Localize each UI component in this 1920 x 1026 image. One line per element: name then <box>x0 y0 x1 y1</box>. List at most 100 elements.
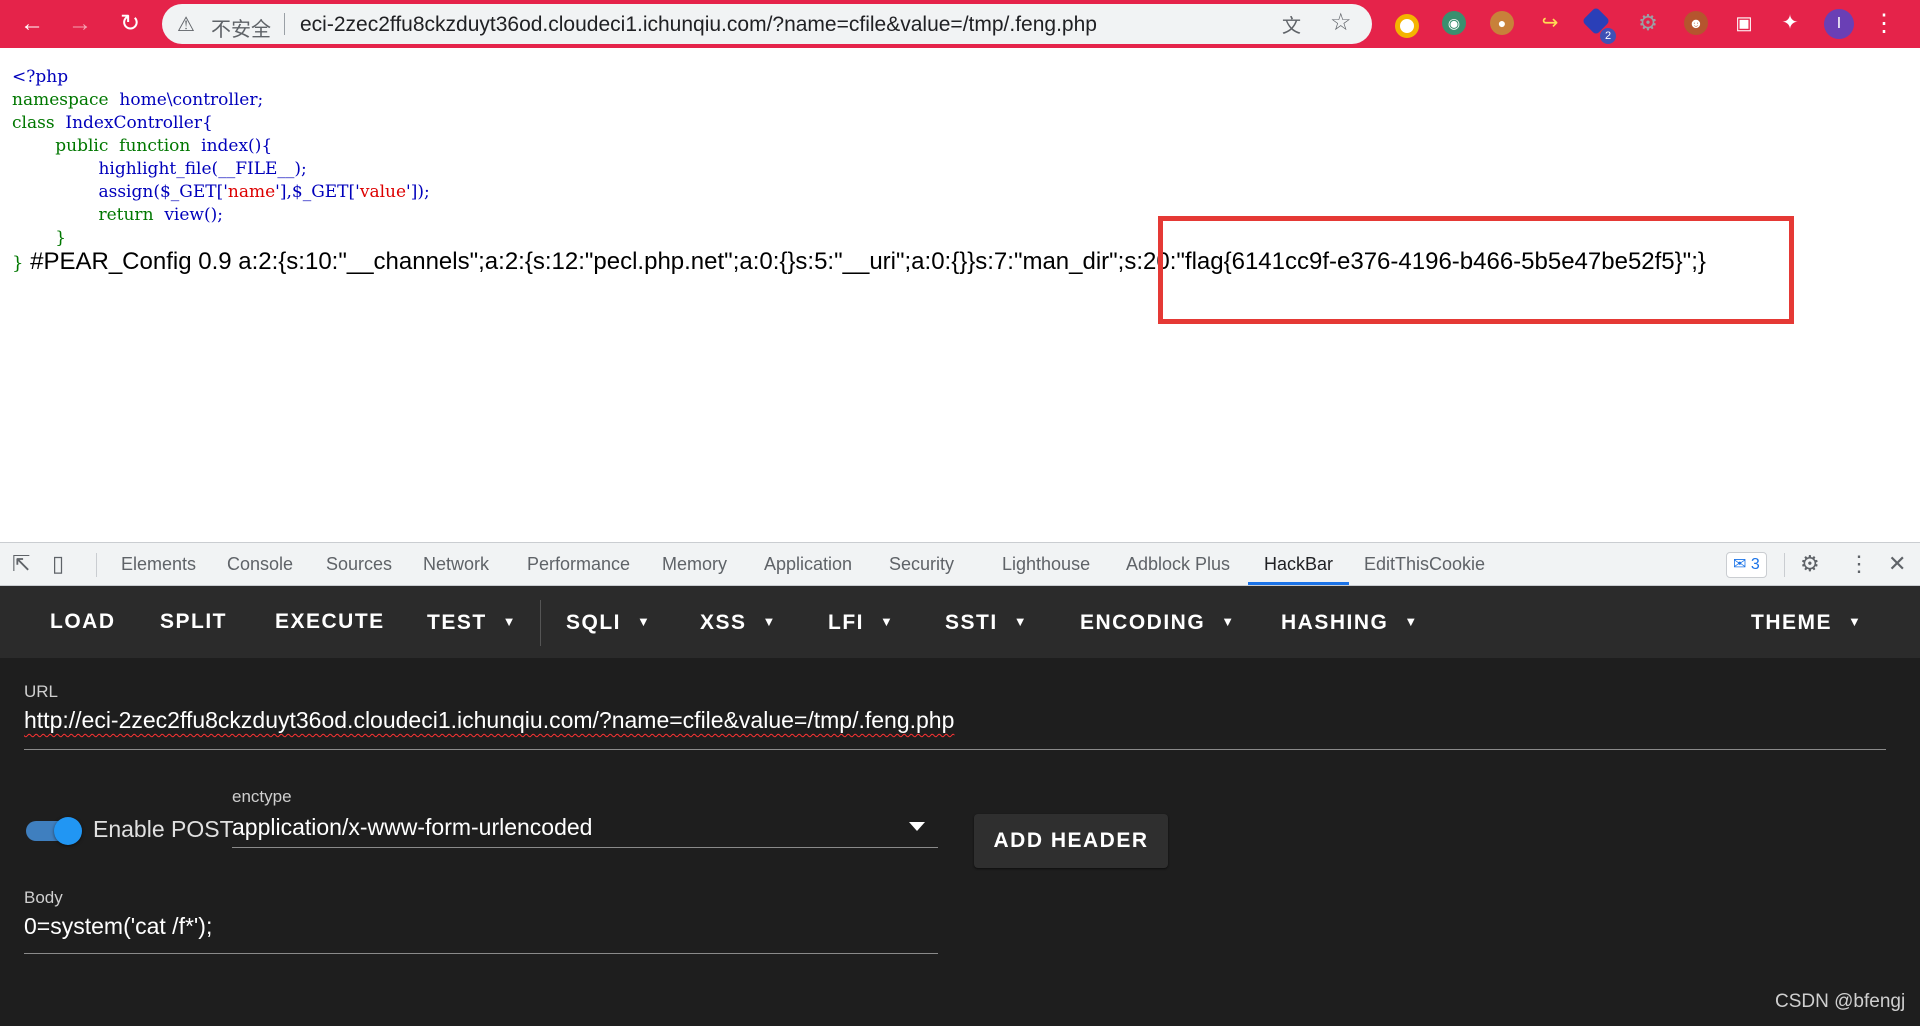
body-input[interactable]: 0=system('cat /f*'); <box>24 913 212 940</box>
tab-editthiscookie[interactable]: EditThisCookie <box>1364 543 1485 585</box>
split-button[interactable]: SPLIT <box>160 586 227 658</box>
enable-post-label: Enable POST <box>93 816 234 842</box>
extension-gear-icon[interactable]: ⚙ <box>1636 11 1660 35</box>
omnibox-divider <box>284 13 285 35</box>
url-input-underline <box>24 749 1886 750</box>
enctype-select[interactable]: application/x-www-form-urlencoded <box>232 814 592 841</box>
assign-call-end: ']); <box>406 182 430 202</box>
hashing-menu[interactable]: HASHING ▼ <box>1281 586 1419 658</box>
hackbar-panel: LOAD SPLIT EXECUTE TEST ▼ SQLI ▼ XSS ▼ LFI ▼… <box>0 586 1920 1026</box>
enctype-label: enctype <box>232 787 292 806</box>
highlight-file-call: highlight_file(__FILE__); <box>98 159 307 179</box>
enctype-dropdown-arrow-icon[interactable] <box>909 822 925 831</box>
toggle-knob <box>54 817 82 845</box>
php-source-code: <?php namespace home\controller; class I… <box>12 66 430 250</box>
keyword-namespace: namespace <box>12 90 109 110</box>
xss-label: XSS <box>700 611 747 634</box>
class-close-brace: } <box>12 253 24 274</box>
tab-sources[interactable]: Sources <box>326 543 392 585</box>
sqli-menu[interactable]: SQLI ▼ <box>566 586 651 658</box>
extension-screen-icon[interactable]: ▣ <box>1732 11 1756 35</box>
chevron-down-icon: ▼ <box>1848 614 1863 629</box>
extensions-puzzle-icon[interactable]: ✦ <box>1778 11 1802 35</box>
browser-menu-icon[interactable]: ⋮ <box>1872 8 1896 40</box>
tab-hackbar[interactable]: HackBar <box>1248 543 1350 585</box>
method-name: index(){ <box>201 136 273 156</box>
extension-ring-icon[interactable] <box>1395 14 1419 38</box>
devtools-tab-bar: ⇱ ▯ Elements Console Sources Network Per… <box>0 542 1920 586</box>
chevron-down-icon: ▼ <box>502 614 518 629</box>
tab-lighthouse[interactable]: Lighthouse <box>1002 543 1090 585</box>
profile-avatar[interactable]: I <box>1824 9 1854 39</box>
lfi-label: LFI <box>828 611 864 634</box>
chevron-down-icon: ▼ <box>762 614 777 629</box>
body-label: Body <box>24 888 63 907</box>
string-value: value <box>359 182 407 202</box>
ssti-label: SSTI <box>945 611 998 634</box>
tab-memory[interactable]: Memory <box>662 543 727 585</box>
encoding-label: ENCODING <box>1080 611 1206 634</box>
tab-adblock-plus[interactable]: Adblock Plus <box>1126 543 1230 585</box>
hashing-label: HASHING <box>1281 611 1389 634</box>
csdn-watermark: CSDN @bfengj <box>1775 991 1906 1012</box>
keyword-return: return <box>98 205 154 225</box>
theme-label: THEME <box>1751 611 1832 634</box>
theme-menu[interactable]: THEME ▼ <box>1751 586 1862 658</box>
extension-globe-icon[interactable]: ◉ <box>1442 11 1466 35</box>
encoding-menu[interactable]: ENCODING ▼ <box>1080 586 1236 658</box>
url-label: URL <box>24 682 59 701</box>
hackbar-menu: LOAD SPLIT EXECUTE TEST ▼ SQLI ▼ XSS ▼ LFI ▼… <box>0 586 1920 658</box>
keyword-public-function: public function <box>55 136 191 156</box>
load-button[interactable]: LOAD <box>50 586 116 658</box>
add-header-button[interactable]: ADD HEADER <box>974 814 1168 868</box>
xss-menu[interactable]: XSS ▼ <box>700 586 777 658</box>
ssti-menu[interactable]: SSTI ▼ <box>945 586 1028 658</box>
reload-icon[interactable]: ↻ <box>114 8 146 40</box>
address-url[interactable]: eci-2zec2ffu8ckzduyt36od.cloudeci1.ichun… <box>300 13 1097 37</box>
page-content: <?php namespace home\controller; class I… <box>0 48 1920 542</box>
translate-icon[interactable]: 文 <box>1282 11 1301 38</box>
device-toolbar-icon[interactable]: ▯ <box>52 551 64 577</box>
tab-network[interactable]: Network <box>423 543 489 585</box>
browser-toolbar: ← → ↻ ⚠ 不安全 eci-2zec2ffu8ckzduyt36od.clo… <box>0 0 1920 48</box>
issues-counter[interactable]: ✉ 3 <box>1726 552 1767 578</box>
tab-elements[interactable]: Elements <box>121 543 196 585</box>
lfi-menu[interactable]: LFI ▼ <box>828 586 894 658</box>
address-bar[interactable]: ⚠ 不安全 eci-2zec2ffu8ckzduyt36od.cloudeci1… <box>162 4 1372 44</box>
issues-count: 3 <box>1750 556 1760 573</box>
inspect-element-icon[interactable]: ⇱ <box>12 551 30 577</box>
devtools-menu-icon[interactable]: ⋮ <box>1848 551 1870 577</box>
test-menu[interactable]: TEST ▼ <box>427 586 517 658</box>
bookmark-star-icon[interactable]: ☆ <box>1330 8 1352 37</box>
insecure-label: 不安全 <box>211 17 271 41</box>
chevron-down-icon: ▼ <box>637 614 652 629</box>
string-name: name <box>227 182 276 202</box>
extension-monkey-icon[interactable]: ☻ <box>1684 11 1708 35</box>
view-call: view(); <box>164 205 223 225</box>
devtools-divider-right <box>1784 553 1785 577</box>
issues-chat-icon: ✉ <box>1733 556 1747 573</box>
php-open-tag: <?php <box>12 67 69 87</box>
settings-gear-icon[interactable]: ⚙ <box>1800 551 1820 577</box>
assign-call-middle: '],$_GET[' <box>275 182 360 202</box>
class-name: IndexController{ <box>65 113 213 133</box>
flag-highlight-box <box>1158 216 1794 324</box>
execute-button[interactable]: EXECUTE <box>275 586 385 658</box>
url-input[interactable]: http://eci-2zec2ffu8ckzduyt36od.cloudeci… <box>24 707 954 734</box>
warning-icon: ⚠ <box>177 14 195 36</box>
tab-console[interactable]: Console <box>227 543 293 585</box>
cookie-icon[interactable]: ● <box>1490 11 1514 35</box>
close-devtools-icon[interactable]: ✕ <box>1888 551 1906 577</box>
sqli-label: SQLI <box>566 611 622 634</box>
forward-arrow-icon[interactable]: → <box>64 8 96 40</box>
tab-security[interactable]: Security <box>889 543 954 585</box>
hackbar-divider <box>540 600 541 646</box>
tab-application[interactable]: Application <box>764 543 852 585</box>
keyword-class: class <box>12 113 55 133</box>
enable-post-toggle[interactable] <box>26 817 82 845</box>
tab-performance[interactable]: Performance <box>527 543 630 585</box>
back-arrow-icon[interactable]: ← <box>16 8 48 40</box>
extension-arrow-icon[interactable]: ↪ <box>1538 11 1562 35</box>
chevron-down-icon: ▼ <box>1013 614 1029 629</box>
extension-badge: 2 <box>1600 28 1616 44</box>
